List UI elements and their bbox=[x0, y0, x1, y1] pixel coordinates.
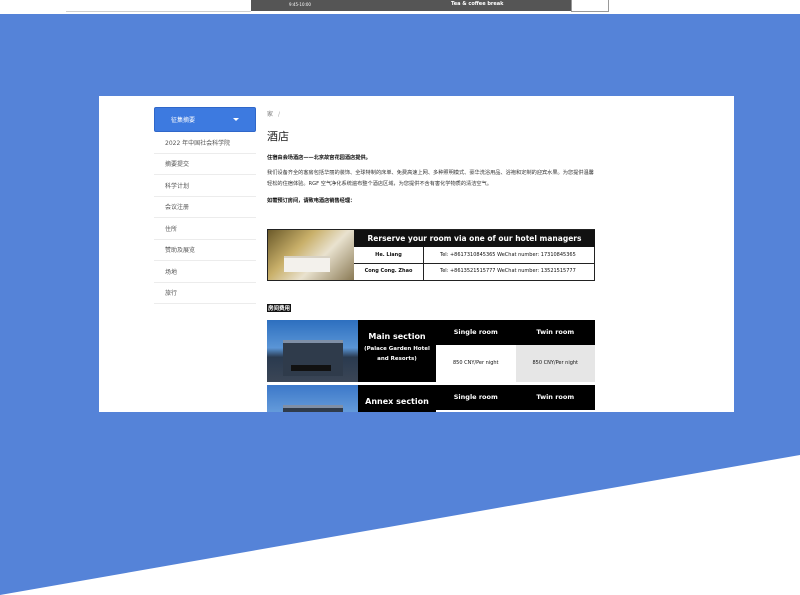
sidebar: 征集摘要 2022 年中国社会科学院 摘要提交 科学计划 会议注册 住所 赞助及… bbox=[154, 107, 256, 304]
contact-info: Tel: +8617310845365 WeChat number: 17310… bbox=[440, 252, 576, 258]
intro-bold-text: 住宿由会场酒店——北京故宫花园酒店提供。 bbox=[267, 155, 371, 161]
booking-text: 如需预订房间，请致电酒店销售经理： bbox=[267, 198, 356, 204]
breadcrumb: 家 / bbox=[267, 109, 597, 118]
sidebar-item[interactable]: 赞助及展览 bbox=[154, 240, 256, 261]
room-price-columns: Single room Twin room bbox=[436, 385, 595, 412]
background-white-wedge bbox=[0, 455, 800, 595]
room-price-columns: Single room Twin room 850 CNY/Per night … bbox=[436, 320, 595, 382]
hotel-room-image bbox=[268, 230, 354, 280]
sidebar-item-label: 旅行 bbox=[165, 290, 178, 298]
breadcrumb-home-link[interactable]: 家 bbox=[267, 111, 273, 118]
contact-info: Tel: +8613521515777 WeChat number: 13521… bbox=[440, 268, 576, 274]
intro-text: 我们设备齐全的客房包括华丽的装饰、全球特制的床单、免费高速上网、多种照明模式、豪… bbox=[267, 170, 594, 187]
sidebar-item[interactable]: 住所 bbox=[154, 218, 256, 240]
room-rate-table-main: Main section (Palace Garden Hotel and Re… bbox=[267, 320, 595, 382]
section-subtitle: (Palace Garden Hotel and Resorts) bbox=[364, 346, 430, 362]
twin-room-header: Twin room bbox=[515, 385, 595, 410]
single-room-price: 850 CNY/Per night bbox=[436, 345, 516, 382]
sidebar-item-label: 科学计划 bbox=[165, 182, 190, 190]
bed-shape bbox=[284, 256, 330, 272]
single-room-header: Single room bbox=[436, 320, 516, 345]
section-title-cell: Annex section bbox=[358, 385, 436, 412]
reserve-table: Rerserve your room via one of our hotel … bbox=[267, 229, 595, 281]
webpage-panel: 征集摘要 2022 年中国社会科学院 摘要提交 科学计划 会议注册 住所 赞助及… bbox=[99, 96, 734, 412]
sidebar-item-label: 赞助及展览 bbox=[165, 247, 196, 255]
sidebar-item-label: 摘要提交 bbox=[165, 161, 190, 169]
contact-row: He. Liang Tel: +8617310845365 WeChat num… bbox=[354, 247, 595, 264]
single-room-header: Single room bbox=[436, 385, 516, 410]
page-title: 酒店 bbox=[267, 130, 289, 143]
reserve-header: Rerserve your room via one of our hotel … bbox=[354, 230, 595, 247]
sidebar-item[interactable]: 摘要提交 bbox=[154, 154, 256, 175]
hotel-sign-shape bbox=[291, 365, 331, 371]
contact-name: Cong Cong. Zhao bbox=[354, 263, 424, 280]
sidebar-item-label: 场地 bbox=[165, 268, 178, 276]
building-shape bbox=[283, 405, 343, 412]
room-rates-label: 房间费用 bbox=[267, 304, 292, 312]
twin-room-header: Twin room bbox=[515, 320, 595, 345]
section-title-cell: Main section (Palace Garden Hotel and Re… bbox=[358, 320, 436, 382]
sidebar-item-label: 会议注册 bbox=[165, 204, 190, 212]
sidebar-header[interactable]: 征集摘要 bbox=[154, 107, 256, 132]
room-rate-table-annex: Annex section Single room Twin room bbox=[267, 385, 595, 412]
chevron-down-icon bbox=[233, 118, 239, 121]
section-title: Main section bbox=[368, 332, 426, 341]
sidebar-item[interactable]: 会议注册 bbox=[154, 197, 256, 218]
twin-room-price: 850 CNY/Per night bbox=[515, 345, 595, 382]
sidebar-item-label: 住所 bbox=[165, 225, 178, 233]
sidebar-item-label: 2022 年中国社会科学院 bbox=[165, 139, 231, 147]
section-title: Annex section bbox=[365, 397, 429, 406]
sidebar-item[interactable]: 旅行 bbox=[154, 283, 256, 304]
annex-exterior-image bbox=[267, 385, 358, 412]
sidebar-item[interactable]: 科学计划 bbox=[154, 175, 256, 197]
contact-name: He. Liang bbox=[354, 247, 424, 263]
main-content: 家 / 酒店 住宿由会场酒店——北京故宫花园酒店提供。 我们设备齐全的客房包括华丽… bbox=[267, 109, 597, 412]
sidebar-item[interactable]: 场地 bbox=[154, 261, 256, 283]
contact-row: Cong Cong. Zhao Tel: +8613521515777 WeCh… bbox=[354, 263, 595, 280]
sidebar-header-label: 征集摘要 bbox=[171, 117, 196, 124]
sidebar-item[interactable]: 2022 年中国社会科学院 bbox=[154, 132, 256, 154]
breadcrumb-separator: / bbox=[278, 111, 281, 118]
hotel-exterior-image bbox=[267, 320, 358, 382]
